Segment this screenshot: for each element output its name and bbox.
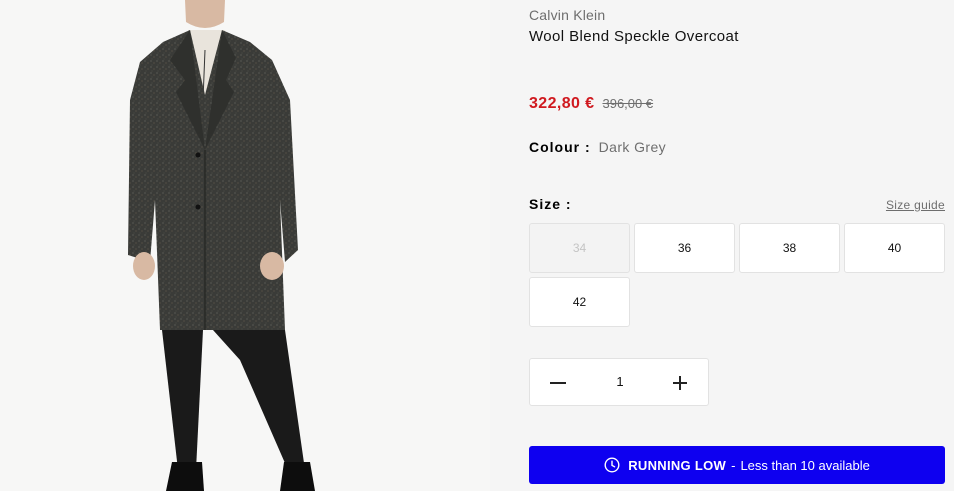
size-option-38[interactable]: 38: [739, 223, 840, 273]
size-option-42[interactable]: 42: [529, 277, 630, 327]
running-low-title: RUNNING LOW: [628, 457, 727, 473]
colour-value: Dark Grey: [598, 139, 667, 155]
product-title: Wool Blend Speckle Overcoat: [529, 28, 739, 45]
running-low-separator: -: [731, 457, 736, 473]
minus-icon[interactable]: [548, 373, 568, 393]
quantity-value[interactable]: 1: [600, 374, 640, 389]
clock-icon: [604, 457, 620, 473]
size-option-40[interactable]: 40: [844, 223, 945, 273]
quantity-stepper: 1: [529, 358, 709, 406]
size-label: Size :: [529, 196, 572, 212]
original-price: 396,00 €: [602, 96, 654, 111]
running-low-banner[interactable]: RUNNING LOW - Less than 10 available: [529, 446, 945, 484]
colour-label: Colour :: [529, 139, 591, 155]
price-row: 322,80 € 396,00 €: [529, 95, 653, 113]
product-image[interactable]: [0, 0, 490, 491]
size-option-34: 34: [529, 223, 630, 273]
running-low-text: Less than 10 available: [740, 457, 870, 473]
size-option-36[interactable]: 36: [634, 223, 735, 273]
colour-row: Colour : Dark Grey: [529, 139, 666, 155]
product-details: Calvin Klein Wool Blend Speckle Overcoat…: [529, 0, 945, 491]
product-photo-icon: [128, 0, 315, 491]
brand-name[interactable]: Calvin Klein: [529, 7, 605, 23]
size-header: Size : Size guide: [529, 196, 945, 212]
size-guide-link[interactable]: Size guide: [886, 198, 945, 212]
plus-icon[interactable]: [670, 373, 690, 393]
sale-price: 322,80 €: [529, 95, 595, 112]
